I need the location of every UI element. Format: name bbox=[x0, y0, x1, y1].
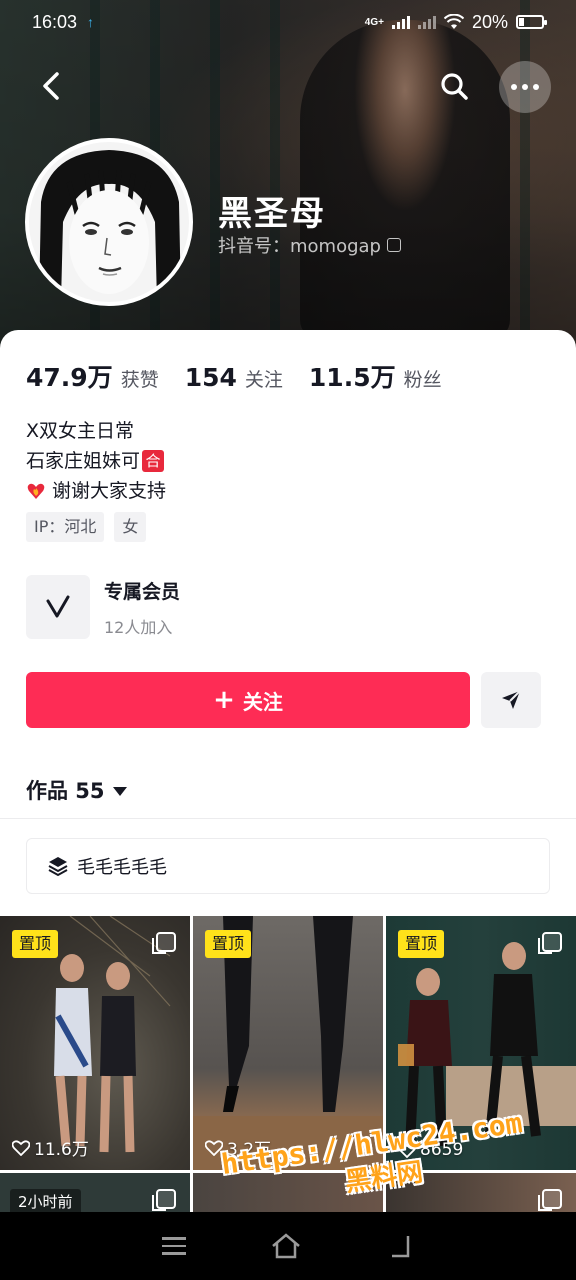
plus-icon: + bbox=[213, 685, 235, 715]
collection-entry[interactable]: 毛毛毛毛毛 bbox=[26, 838, 550, 894]
divider bbox=[0, 818, 576, 819]
nickname: 黑圣母 bbox=[218, 194, 326, 234]
account-id: 抖音号：momogap bbox=[218, 236, 381, 257]
like-count: 11.6万 bbox=[12, 1135, 89, 1160]
status-time: 16:03 bbox=[32, 11, 78, 32]
multi-image-icon bbox=[152, 1189, 176, 1211]
bio-line-3: 谢谢大家支持 bbox=[52, 480, 167, 502]
signal-2-icon bbox=[417, 15, 436, 29]
bio-line-1: X双女主日常 bbox=[26, 420, 135, 442]
bio: X双女主日常 石家庄姐妹可 合 谢谢大家支持 bbox=[26, 416, 166, 506]
ip-location-tag: IP：河北 bbox=[26, 512, 105, 542]
heart-outline-icon bbox=[12, 1139, 30, 1156]
status-bar: 16:03 ↑ 4G+ 20% bbox=[0, 0, 576, 44]
caret-down-icon bbox=[112, 786, 127, 796]
avatar-illustration bbox=[29, 142, 189, 302]
membership-logo bbox=[26, 575, 90, 639]
follow-label: 关注 bbox=[242, 689, 283, 714]
account-id-row[interactable]: 抖音号：momogap bbox=[218, 232, 401, 258]
burning-heart-icon bbox=[27, 483, 45, 499]
menu-icon[interactable] bbox=[162, 1237, 186, 1255]
membership-subtitle: 12人加入 bbox=[104, 617, 173, 637]
video-item[interactable]: 2小时前 bbox=[0, 1173, 190, 1213]
back-button[interactable] bbox=[32, 66, 72, 106]
stat-following[interactable]: 154 关注 bbox=[185, 363, 283, 392]
upload-arrow-icon: ↑ bbox=[87, 14, 95, 30]
signal-icon bbox=[391, 15, 410, 29]
stat-followers[interactable]: 11.5万 粉丝 bbox=[309, 358, 442, 394]
copy-icon[interactable] bbox=[386, 238, 401, 252]
multi-image-icon bbox=[152, 932, 176, 954]
message-button[interactable] bbox=[481, 672, 541, 728]
tab-works[interactable]: 作品 55 bbox=[26, 775, 127, 805]
membership-entry[interactable]: 专属会员 12人加入 bbox=[26, 575, 180, 639]
wifi-icon bbox=[443, 14, 464, 29]
video-item[interactable]: 置顶 11.6万 bbox=[0, 916, 190, 1170]
battery-icon bbox=[516, 15, 547, 29]
home-icon[interactable] bbox=[270, 1232, 302, 1260]
bio-badge: 合 bbox=[142, 450, 165, 472]
back-nav-icon[interactable] bbox=[386, 1232, 414, 1260]
time-posted: 2小时前 bbox=[10, 1189, 81, 1213]
send-icon bbox=[502, 690, 521, 709]
search-button[interactable] bbox=[434, 66, 474, 106]
membership-title: 专属会员 bbox=[104, 580, 181, 603]
stat-likes[interactable]: 47.9万 获赞 bbox=[26, 358, 159, 394]
bio-line-2: 石家庄姐妹可 bbox=[26, 450, 141, 472]
multi-image-icon bbox=[538, 932, 562, 954]
profile-tags: IP：河北 女 bbox=[26, 512, 147, 542]
follow-button[interactable]: + 关注 bbox=[26, 672, 470, 728]
more-options-button[interactable] bbox=[499, 61, 551, 113]
system-nav-bar bbox=[0, 1212, 576, 1280]
layers-icon bbox=[48, 857, 68, 877]
search-icon bbox=[441, 73, 468, 100]
chevron-left-icon bbox=[43, 72, 59, 100]
pinned-badge: 置顶 bbox=[398, 930, 445, 958]
battery-percent: 20% bbox=[471, 11, 508, 32]
network-type: 4G+ bbox=[364, 16, 384, 28]
more-dots-icon bbox=[511, 84, 517, 90]
works-tab-label: 作品 55 bbox=[26, 779, 105, 803]
avatar[interactable] bbox=[25, 138, 193, 306]
profile-stats: 47.9万 获赞 154 关注 11.5万 粉丝 bbox=[26, 358, 442, 394]
collection-label: 毛毛毛毛毛 bbox=[77, 857, 167, 878]
pinned-badge: 置顶 bbox=[12, 930, 59, 958]
v-logo-icon bbox=[46, 595, 70, 618]
gender-tag: 女 bbox=[114, 512, 147, 542]
multi-image-icon bbox=[538, 1189, 562, 1211]
pinned-badge: 置顶 bbox=[205, 930, 252, 958]
